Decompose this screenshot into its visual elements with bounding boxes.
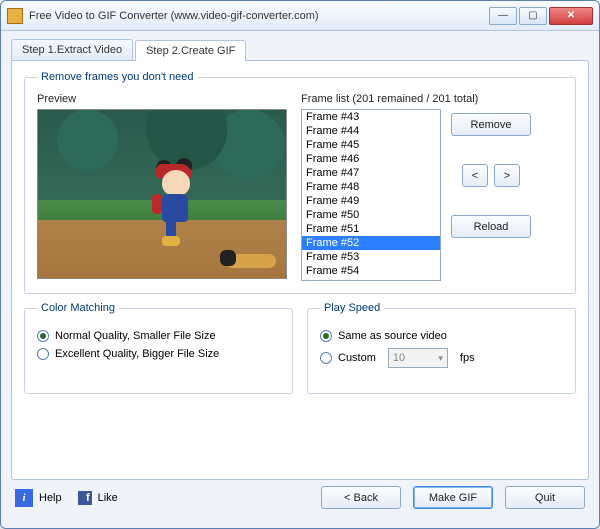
tab-control: Step 1.Extract Video Step 2.Create GIF R…	[11, 39, 589, 480]
frame-item[interactable]: Frame #47	[302, 166, 440, 180]
color-matching-legend: Color Matching	[37, 302, 119, 314]
radio-same-speed[interactable]: Same as source video	[320, 330, 563, 342]
facebook-icon: f	[78, 491, 92, 505]
remove-button[interactable]: Remove	[451, 113, 531, 136]
frames-group: Remove frames you don't need Preview	[24, 71, 576, 294]
prev-frame-button[interactable]: <	[462, 164, 488, 187]
color-matching-group: Color Matching Normal Quality, Smaller F…	[24, 302, 293, 394]
back-button[interactable]: < Back	[321, 486, 401, 509]
radio-label: Same as source video	[338, 330, 447, 342]
frame-listbox[interactable]: Frame #43Frame #44Frame #45Frame #46Fram…	[301, 109, 441, 281]
tab-body: Remove frames you don't need Preview	[11, 60, 589, 480]
app-window: Free Video to GIF Converter (www.video-g…	[0, 0, 600, 529]
tab-strip: Step 1.Extract Video Step 2.Create GIF	[11, 39, 589, 60]
framelist-label: Frame list (201 remained / 201 total)	[301, 93, 563, 105]
tab-step2[interactable]: Step 2.Create GIF	[135, 40, 246, 61]
frame-item[interactable]: Frame #50	[302, 208, 440, 222]
frame-item[interactable]: Frame #52	[302, 236, 440, 250]
frame-item[interactable]: Frame #53	[302, 250, 440, 264]
next-frame-button[interactable]: >	[494, 164, 520, 187]
frame-item[interactable]: Frame #43	[302, 110, 440, 124]
window-title: Free Video to GIF Converter (www.video-g…	[29, 10, 489, 22]
like-link[interactable]: Like	[98, 492, 118, 504]
help-icon: i	[15, 489, 33, 507]
quit-button[interactable]: Quit	[505, 486, 585, 509]
frame-item[interactable]: Frame #44	[302, 124, 440, 138]
radio-icon	[37, 330, 49, 342]
radio-icon	[37, 348, 49, 360]
maximize-button[interactable]: ▢	[519, 7, 547, 25]
close-button[interactable]: ✕	[549, 7, 593, 25]
frames-legend: Remove frames you don't need	[37, 71, 198, 83]
fps-unit: fps	[460, 352, 475, 364]
radio-icon	[320, 352, 332, 364]
preview-label: Preview	[37, 93, 287, 105]
window-buttons: — ▢ ✕	[489, 7, 593, 25]
frame-item[interactable]: Frame #45	[302, 138, 440, 152]
minimize-button[interactable]: —	[489, 7, 517, 25]
play-speed-legend: Play Speed	[320, 302, 384, 314]
fps-value: 10	[393, 352, 405, 364]
radio-normal-quality[interactable]: Normal Quality, Smaller File Size	[37, 330, 280, 342]
radio-excellent-quality[interactable]: Excellent Quality, Bigger File Size	[37, 348, 280, 360]
footer: i Help f Like < Back Make GIF Quit	[11, 480, 589, 509]
titlebar: Free Video to GIF Converter (www.video-g…	[1, 1, 599, 31]
make-gif-button[interactable]: Make GIF	[413, 486, 493, 509]
tab-step1[interactable]: Step 1.Extract Video	[11, 39, 133, 60]
fps-spinner[interactable]: 10 ▾	[388, 348, 448, 368]
app-icon	[7, 8, 23, 24]
radio-custom-speed[interactable]: Custom 10 ▾ fps	[320, 348, 563, 368]
frame-item[interactable]: Frame #49	[302, 194, 440, 208]
preview-image	[37, 109, 287, 279]
radio-label: Excellent Quality, Bigger File Size	[55, 348, 219, 360]
help-link[interactable]: Help	[39, 492, 62, 504]
radio-label: Custom	[338, 352, 376, 364]
frame-item[interactable]: Frame #46	[302, 152, 440, 166]
radio-icon	[320, 330, 332, 342]
frame-item[interactable]: Frame #54	[302, 264, 440, 278]
radio-label: Normal Quality, Smaller File Size	[55, 330, 216, 342]
client-area: Step 1.Extract Video Step 2.Create GIF R…	[1, 31, 599, 528]
chevron-down-icon: ▾	[438, 353, 443, 364]
frame-item[interactable]: Frame #48	[302, 180, 440, 194]
reload-button[interactable]: Reload	[451, 215, 531, 238]
play-speed-group: Play Speed Same as source video Custom 1…	[307, 302, 576, 394]
frame-item[interactable]: Frame #51	[302, 222, 440, 236]
